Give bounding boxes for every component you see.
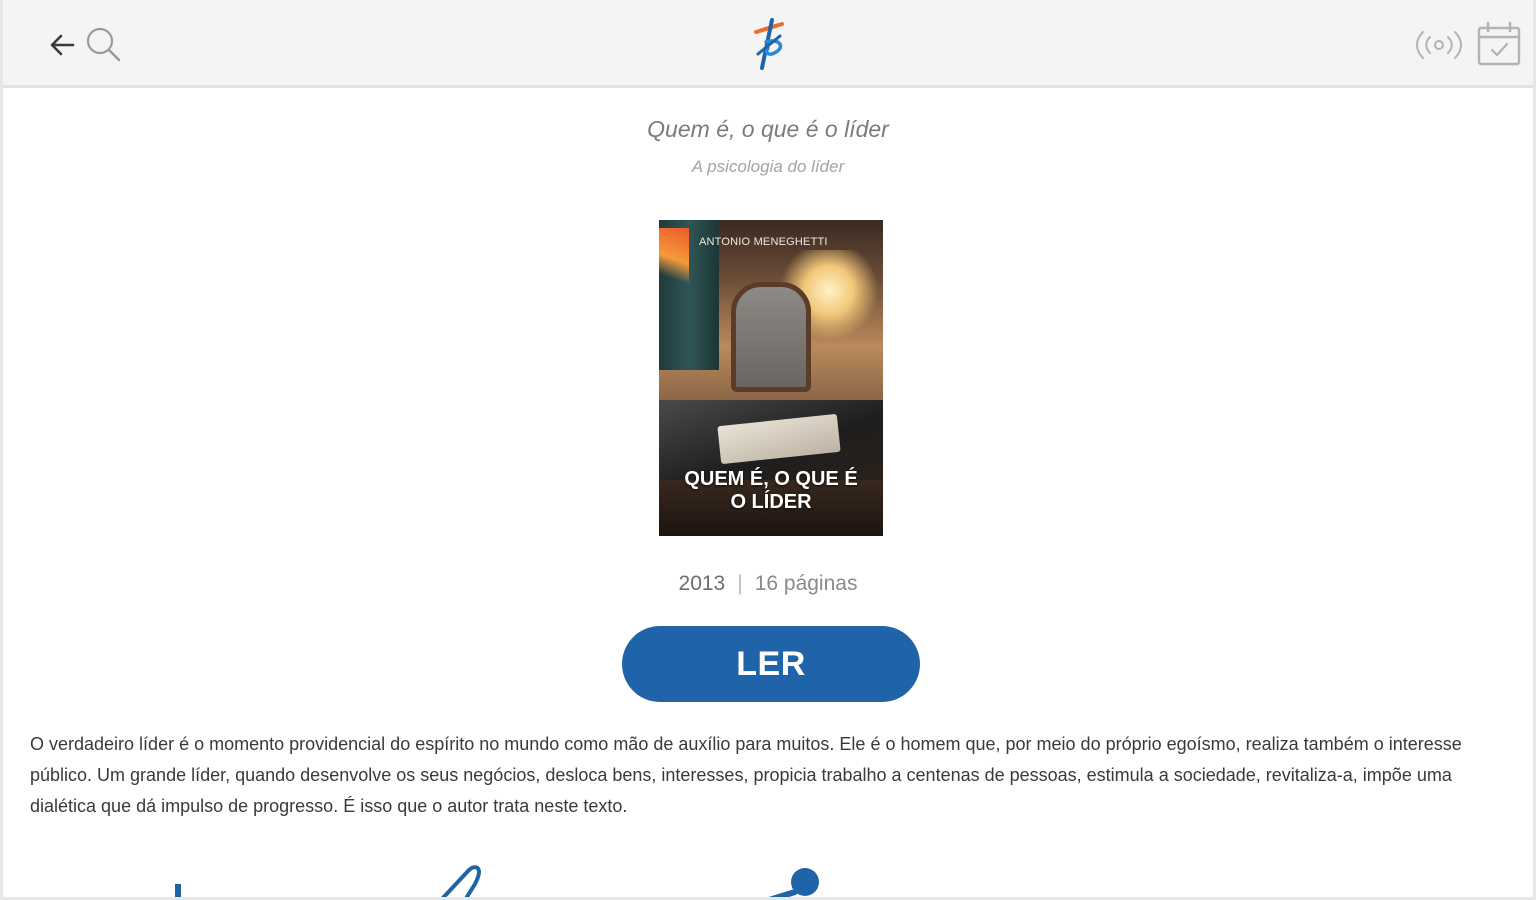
arrow-left-icon[interactable] <box>45 28 79 62</box>
book-pages: 16 páginas <box>754 572 858 595</box>
book-subtitle: A psicologia do líder <box>691 157 845 176</box>
calendar-check-icon[interactable] <box>1475 20 1523 68</box>
book-meta: 2013 | 16 páginas <box>3 572 1533 596</box>
cover-chair <box>731 282 811 392</box>
cover-title: QUEM É, O QUE É O LÍDER <box>659 468 883 514</box>
read-button[interactable]: LER <box>622 626 920 702</box>
cover-title-line2: O LÍDER <box>730 491 812 513</box>
cover-author: ANTONIO MENEGHETTI <box>699 236 828 248</box>
microphone-icon[interactable] <box>761 856 825 900</box>
cover-logo-streak <box>659 228 689 298</box>
download-icon[interactable] <box>163 856 193 900</box>
top-bar <box>3 0 1533 88</box>
app-logo-icon <box>754 18 784 70</box>
bottom-action-icons <box>3 856 1533 900</box>
cover-title-line1: QUEM É, O QUE É <box>684 468 858 490</box>
meta-separator: | <box>737 572 743 595</box>
pen-icon[interactable] <box>435 856 485 900</box>
search-icon[interactable] <box>83 24 123 64</box>
book-year: 2013 <box>678 572 726 595</box>
book-description: O verdadeiro líder é o momento providenc… <box>30 734 1462 816</box>
broadcast-icon[interactable] <box>1413 28 1465 62</box>
book-title: Quem é, o que é o líder <box>647 116 889 142</box>
app-window: Quem é, o que é o líder A psicologia do … <box>0 0 1536 900</box>
book-cover[interactable]: ANTONIO MENEGHETTI QUEM É, O QUE É O LÍD… <box>659 220 883 536</box>
